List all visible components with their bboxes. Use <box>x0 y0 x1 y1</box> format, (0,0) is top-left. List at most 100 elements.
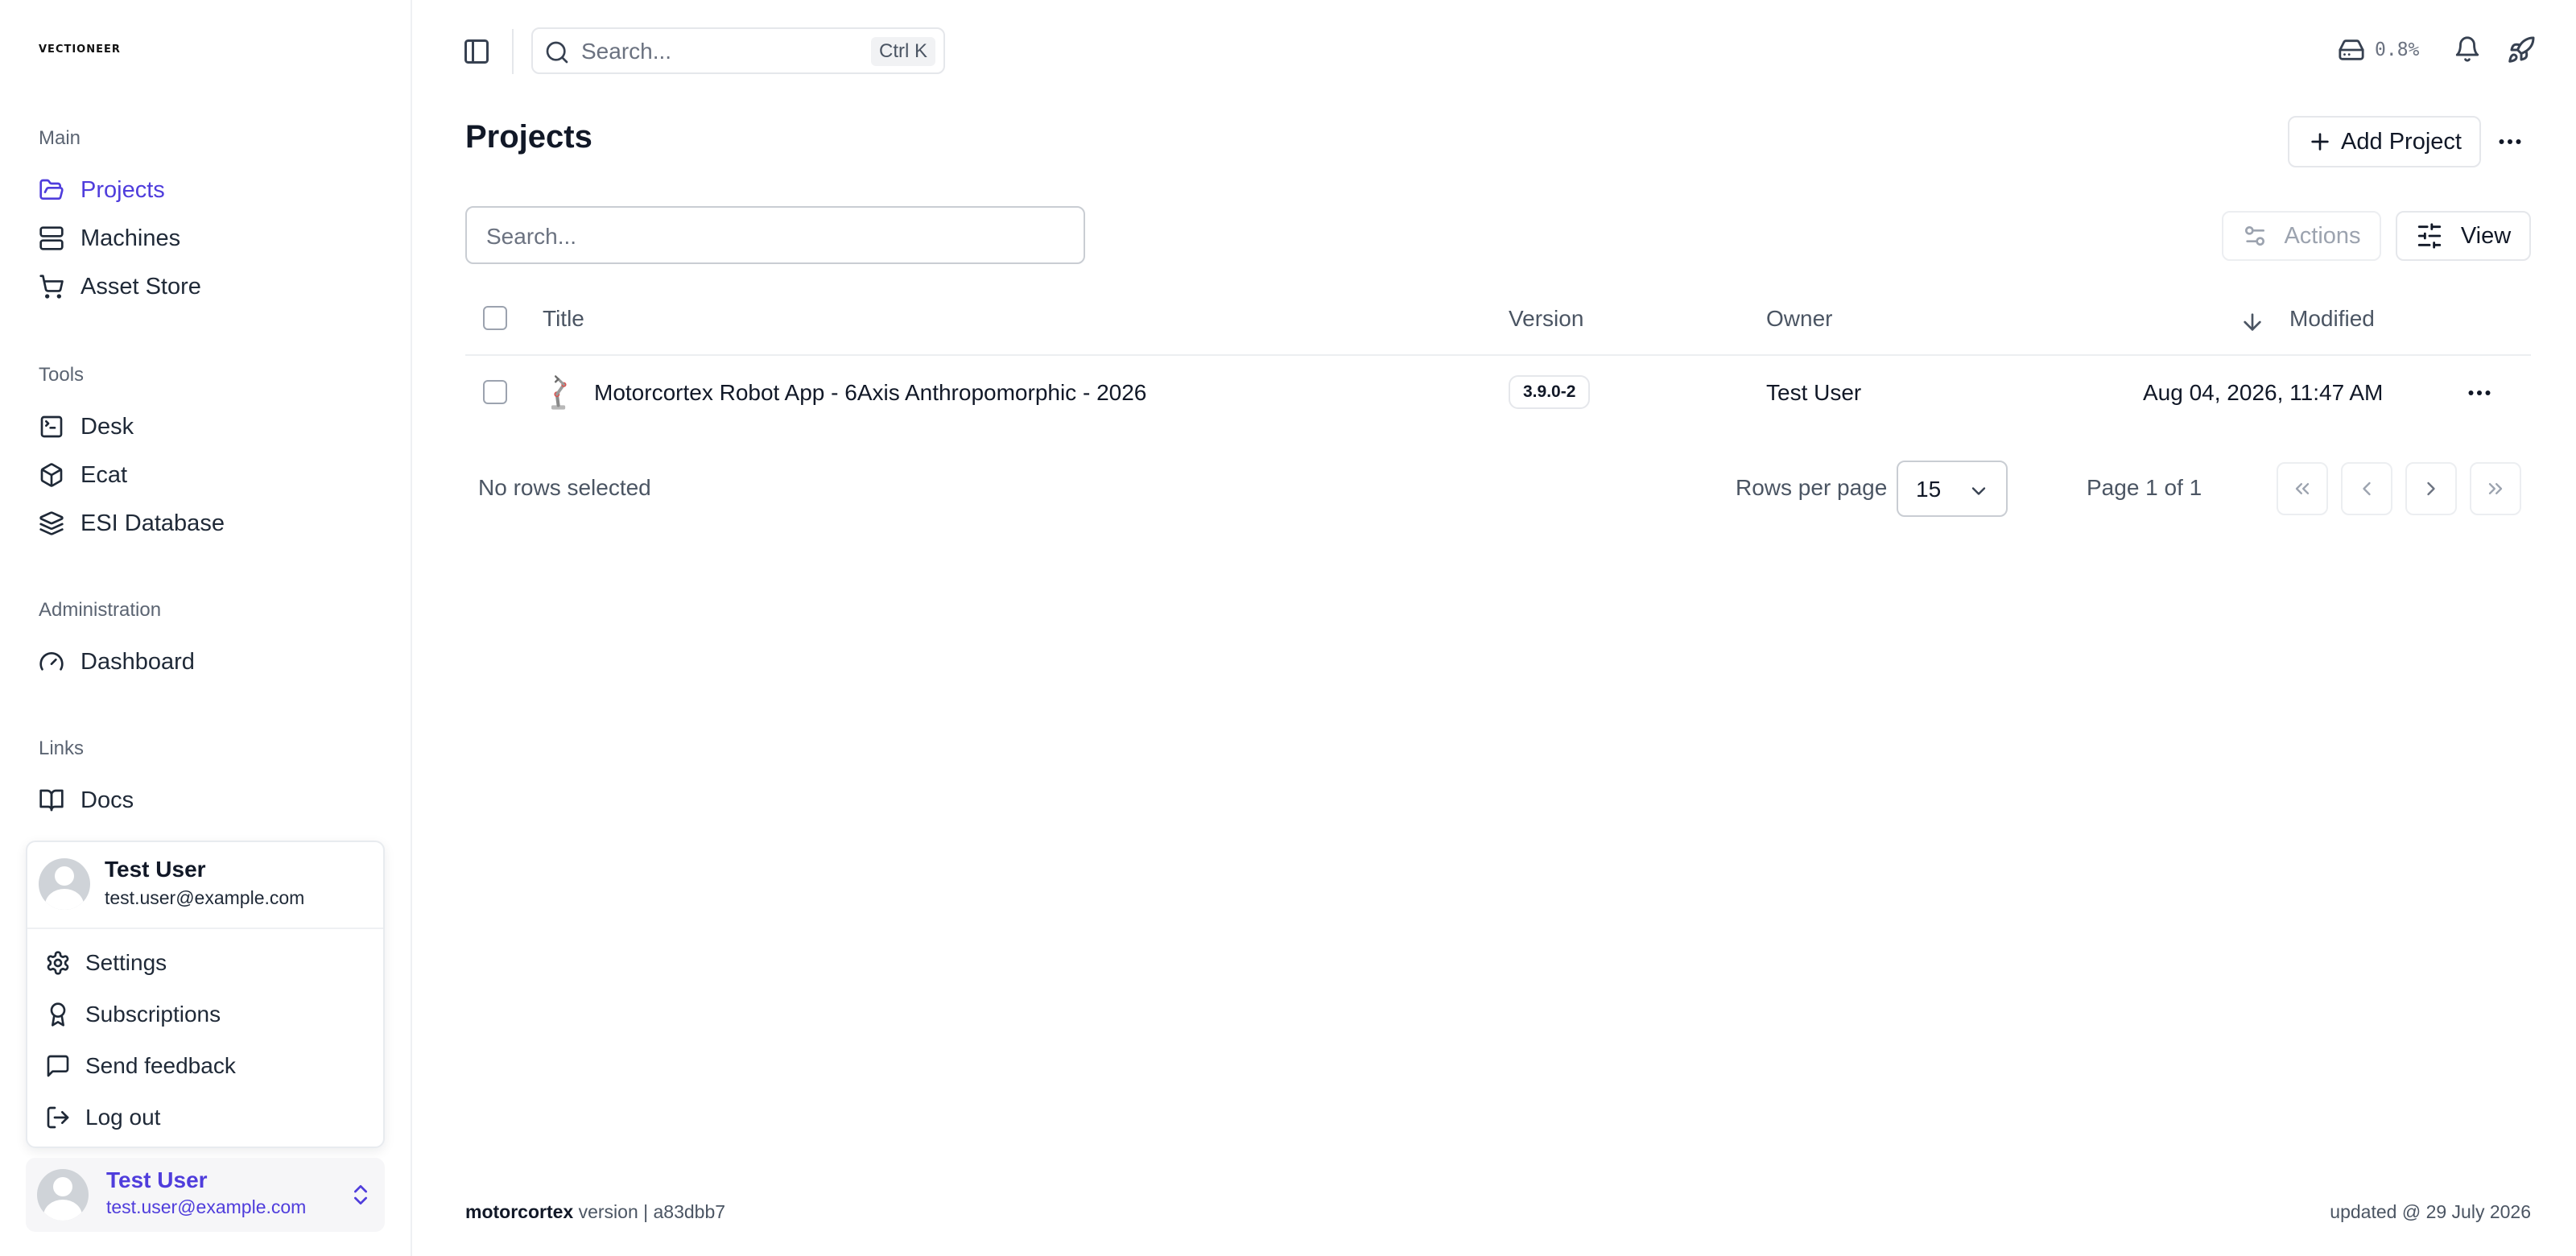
select-all-checkbox[interactable] <box>483 306 507 330</box>
chevrons-right-icon <box>2488 483 2503 494</box>
chevron-left-icon <box>2363 481 2371 496</box>
gear-icon <box>47 951 69 975</box>
hard-drive-icon <box>2339 39 2364 60</box>
sidebar-item-asset-store[interactable]: Asset Store <box>39 267 377 306</box>
shopping-cart-icon <box>39 275 64 299</box>
previous-page-button[interactable] <box>2341 462 2392 515</box>
sidebar-item-label: Desk <box>80 413 134 440</box>
sidebar-item-label: Machines <box>80 225 181 251</box>
log-out-icon <box>47 1106 69 1129</box>
column-header-version[interactable]: Version <box>1509 306 1583 332</box>
actions-button[interactable]: Actions <box>2222 211 2381 261</box>
sidebar-item-label: Asset Store <box>80 273 201 300</box>
disk-usage-indicator[interactable]: 0.8% <box>2338 34 2419 66</box>
sidebar-toggle-icon[interactable] <box>462 37 491 66</box>
app-version: motorcortex version | a83dbb7 <box>465 1201 725 1223</box>
menu-item-settings[interactable]: Settings <box>45 944 367 982</box>
selection-status: No rows selected <box>478 475 651 500</box>
search-placeholder: Search... <box>581 39 672 64</box>
sidebar-item-label: ESI Database <box>80 510 225 536</box>
sidebar-item-projects[interactable]: Projects <box>39 171 377 209</box>
user-menu-name: Test User <box>105 857 206 882</box>
layers-icon <box>39 511 64 535</box>
sidebar-item-docs[interactable]: Docs <box>39 781 377 820</box>
rows-per-page-label: Rows per page <box>1736 475 1888 500</box>
column-header-title[interactable]: Title <box>543 306 584 332</box>
avatar <box>37 1169 89 1221</box>
sidebar-item-dashboard[interactable]: Dashboard <box>39 642 377 681</box>
menu-item-send-feedback[interactable]: Send feedback <box>45 1047 367 1085</box>
table-row[interactable]: Motorcortex Robot App - 6Axis Anthropomo… <box>465 357 2531 428</box>
project-title[interactable]: Motorcortex Robot App - 6Axis Anthropomo… <box>594 380 1146 406</box>
add-project-button[interactable]: Add Project <box>2288 116 2481 167</box>
gauge-icon <box>39 652 64 671</box>
plus-icon <box>2311 133 2329 151</box>
sidebar-item-label: Projects <box>80 176 165 203</box>
sidebar-item-label: Dashboard <box>80 648 195 675</box>
section-label-links: Links <box>39 737 85 759</box>
actions-label: Actions <box>2284 222 2361 249</box>
view-options-button[interactable]: View <box>2396 211 2531 261</box>
logo: VECTIONEER <box>39 43 121 56</box>
user-switcher[interactable]: Test User test.user@example.com <box>26 1158 385 1232</box>
version-text: version | a83dbb7 <box>578 1201 726 1222</box>
menu-item-label: Subscriptions <box>85 1002 221 1027</box>
next-page-button[interactable] <box>2405 462 2457 515</box>
rows-per-page-select[interactable]: 15 <box>1897 461 2008 517</box>
chevrons-left-icon <box>2295 483 2310 494</box>
chevron-down-icon <box>1971 487 1986 495</box>
table-search-placeholder: Search... <box>486 224 577 249</box>
rocket-icon[interactable] <box>2507 35 2536 64</box>
updated-date: updated @ 29 July 2026 <box>2330 1201 2531 1222</box>
page-indicator: Page 1 of 1 <box>2087 475 2202 500</box>
message-square-icon <box>47 1055 69 1077</box>
sidebar-item-label: Ecat <box>80 461 128 488</box>
column-header-owner[interactable]: Owner <box>1766 306 1832 332</box>
sidebar-item-esi-database[interactable]: ESI Database <box>39 504 377 543</box>
folder-open-icon <box>39 179 64 200</box>
more-horizontal-icon[interactable] <box>2465 378 2494 407</box>
user-footer-email: test.user@example.com <box>106 1196 307 1217</box>
menu-item-label: Send feedback <box>85 1053 236 1078</box>
app-name: motorcortex <box>465 1201 574 1222</box>
sidebar-item-ecat[interactable]: Ecat <box>39 456 377 494</box>
chevron-right-icon <box>2427 481 2435 496</box>
book-icon <box>39 789 64 812</box>
rows-per-page-value: 15 <box>1916 477 1942 502</box>
sidebar-item-machines[interactable]: Machines <box>39 219 377 258</box>
menu-item-label: Log out <box>85 1105 161 1130</box>
menu-item-label: Settings <box>85 950 167 975</box>
first-page-button[interactable] <box>2277 462 2328 515</box>
user-menu-email: test.user@example.com <box>105 887 305 908</box>
robot-arm-icon <box>551 375 567 410</box>
table-search-input[interactable]: Search... <box>465 206 1085 264</box>
menu-item-subscriptions[interactable]: Subscriptions <box>45 995 367 1034</box>
divider <box>512 29 514 74</box>
sliders-icon <box>2245 226 2265 246</box>
shortcut-hint: Ctrl K <box>871 37 935 66</box>
row-checkbox[interactable] <box>483 380 507 404</box>
global-search-input[interactable]: Search... Ctrl K <box>531 27 945 74</box>
more-horizontal-icon[interactable] <box>2496 127 2524 156</box>
terminal-icon <box>40 415 63 438</box>
section-label-tools: Tools <box>39 364 85 386</box>
page-title: Projects <box>465 119 592 155</box>
user-footer-name: Test User <box>106 1167 208 1192</box>
add-project-label: Add Project <box>2341 128 2462 155</box>
column-header-modified[interactable]: Modified <box>2289 306 2375 332</box>
server-icon <box>39 226 64 250</box>
disk-usage-value: 0.8% <box>2375 39 2420 60</box>
menu-item-log-out[interactable]: Log out <box>45 1098 367 1137</box>
version-badge: 3.9.0-2 <box>1509 375 1591 409</box>
sidebar-item-desk[interactable]: Desk <box>39 407 377 446</box>
project-modified: Aug 04, 2026, 11:47 AM <box>2143 380 2384 405</box>
section-label-main: Main <box>39 127 81 149</box>
sidebar: VECTIONEER Main Projects Machines Asset … <box>0 0 412 1256</box>
last-page-button[interactable] <box>2470 462 2521 515</box>
award-icon <box>50 1002 66 1027</box>
bell-icon[interactable] <box>2454 35 2481 63</box>
view-label: View <box>2460 222 2512 249</box>
arrow-down-icon[interactable] <box>2240 309 2265 335</box>
sliders-horizontal-icon <box>2417 223 2441 249</box>
divider <box>27 928 383 929</box>
